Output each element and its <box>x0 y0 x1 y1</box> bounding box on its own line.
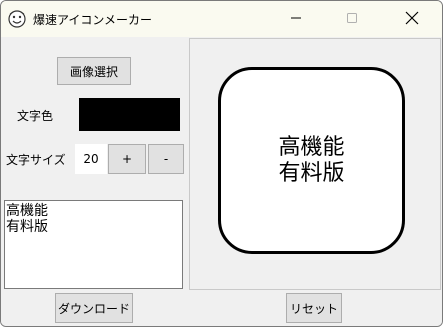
font-size-label: 文字サイズ <box>6 153 66 167</box>
text-color-label: 文字色 <box>17 109 54 123</box>
font-size-value: 20 <box>75 144 107 174</box>
minimize-icon <box>290 12 302 27</box>
icon-preview: 高機能 有料版 <box>218 67 405 254</box>
select-image-button[interactable]: 画像選択 <box>57 57 131 85</box>
close-button[interactable] <box>389 1 435 37</box>
text-color-swatch[interactable] <box>79 98 180 131</box>
title-bar[interactable]: 爆速アイコンメーカー <box>1 1 442 37</box>
app-window: 爆速アイコンメーカー 画像選択 文字色 文字サイズ 20 + - 高機能 有料版… <box>0 0 443 327</box>
decrease-size-button[interactable]: - <box>148 144 184 174</box>
window-title: 爆速アイコンメーカー <box>33 13 153 27</box>
icon-text-input[interactable]: 高機能 有料版 <box>4 200 183 289</box>
reset-button[interactable]: リセット <box>286 293 342 323</box>
download-button[interactable]: ダウンロード <box>55 293 133 323</box>
close-icon <box>405 11 419 28</box>
maximize-icon <box>346 12 358 27</box>
maximize-button[interactable] <box>329 1 375 37</box>
minimize-button[interactable] <box>273 1 319 37</box>
app-face-icon <box>7 9 27 29</box>
increase-size-button[interactable]: + <box>108 144 146 174</box>
icon-preview-text: 高機能 有料版 <box>278 134 345 186</box>
